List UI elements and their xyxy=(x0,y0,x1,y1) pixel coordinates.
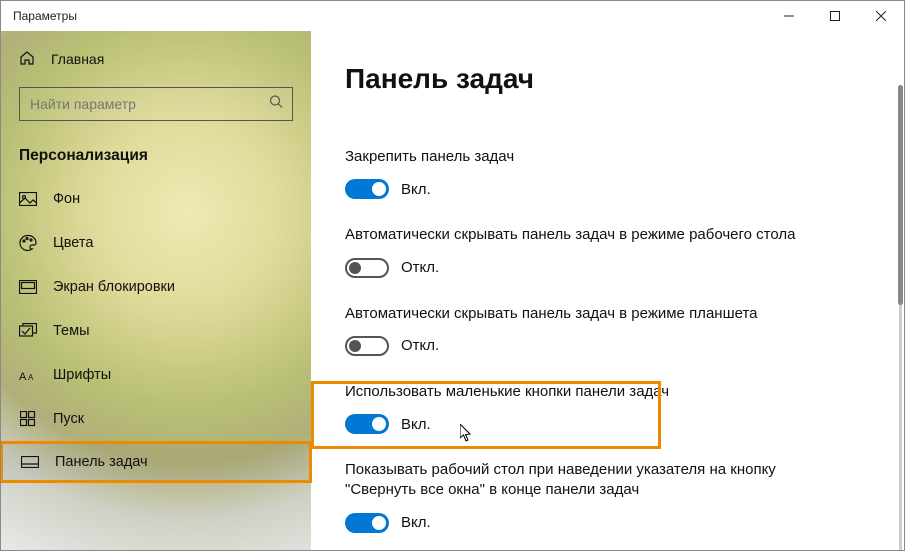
setting-autohide-tablet: Автоматически скрывать панель задач в ре… xyxy=(345,304,835,356)
toggle-state: Откл. xyxy=(401,337,439,354)
settings-window: Параметры Главная xyxy=(0,0,905,551)
toggle-state: Вкл. xyxy=(401,181,431,198)
palette-icon xyxy=(19,234,37,252)
close-icon xyxy=(876,11,886,21)
toggle-state: Вкл. xyxy=(401,514,431,531)
setting-label: Автоматически скрывать панель задач в ре… xyxy=(345,225,835,245)
window-controls xyxy=(766,1,904,31)
sidebar-item-taskbar[interactable]: Панель задач xyxy=(1,441,312,483)
toggle-state: Вкл. xyxy=(401,416,431,433)
search-input[interactable] xyxy=(19,87,293,121)
sidebar-item-themes[interactable]: Темы xyxy=(1,309,311,353)
minimize-button[interactable] xyxy=(766,1,812,31)
maximize-button[interactable] xyxy=(812,1,858,31)
titlebar: Параметры xyxy=(1,1,904,31)
svg-text:A: A xyxy=(19,371,27,382)
sidebar-item-fonts[interactable]: AA Шрифты xyxy=(1,353,311,397)
sidebar-item-label: Темы xyxy=(53,323,90,339)
sidebar-item-colors[interactable]: Цвета xyxy=(1,221,311,265)
setting-autohide-desktop: Автоматически скрывать панель задач в ре… xyxy=(345,225,835,277)
toggle-lock-taskbar[interactable] xyxy=(345,179,389,199)
search-wrap xyxy=(19,87,293,121)
search-icon xyxy=(269,95,283,114)
section-title: Персонализация xyxy=(1,137,311,177)
sidebar-item-label: Экран блокировки xyxy=(53,279,175,295)
taskbar-icon xyxy=(21,456,39,468)
setting-label: Использовать маленькие кнопки панели зад… xyxy=(345,382,835,402)
home-label: Главная xyxy=(51,51,104,67)
main-content: Панель задач Закрепить панель задач Вкл.… xyxy=(311,31,904,550)
setting-label: Показывать рабочий стол при наведении ук… xyxy=(345,460,835,501)
toggle-state: Откл. xyxy=(401,259,439,276)
start-icon xyxy=(19,411,37,427)
window-title: Параметры xyxy=(13,9,77,23)
sidebar-item-label: Панель задач xyxy=(55,454,148,470)
minimize-icon xyxy=(784,11,794,21)
setting-small-buttons: Использовать маленькие кнопки панели зад… xyxy=(345,382,835,434)
picture-icon xyxy=(19,192,37,206)
lockscreen-icon xyxy=(19,280,37,294)
sidebar-item-label: Шрифты xyxy=(53,367,111,383)
fonts-icon: AA xyxy=(19,368,37,382)
body: Главная Персонализация Фон Цвета xyxy=(1,31,904,550)
toggle-small-buttons[interactable] xyxy=(345,414,389,434)
sidebar-item-label: Пуск xyxy=(53,411,84,427)
home-link[interactable]: Главная xyxy=(1,41,311,77)
maximize-icon xyxy=(830,11,840,21)
toggle-autohide-tablet[interactable] xyxy=(345,336,389,356)
toggle-autohide-desktop[interactable] xyxy=(345,258,389,278)
close-button[interactable] xyxy=(858,1,904,31)
setting-label: Автоматически скрывать панель задач в ре… xyxy=(345,304,835,324)
themes-icon xyxy=(19,323,37,339)
sidebar-item-lockscreen[interactable]: Экран блокировки xyxy=(1,265,311,309)
toggle-peek-desktop[interactable] xyxy=(345,513,389,533)
page-title: Панель задач xyxy=(345,63,874,95)
scrollbar-thumb[interactable] xyxy=(898,85,903,305)
setting-peek-desktop: Показывать рабочий стол при наведении ук… xyxy=(345,460,835,533)
sidebar-item-background[interactable]: Фон xyxy=(1,177,311,221)
svg-text:A: A xyxy=(28,373,34,382)
sidebar-item-label: Цвета xyxy=(53,235,93,251)
sidebar: Главная Персонализация Фон Цвета xyxy=(1,31,311,550)
setting-label: Закрепить панель задач xyxy=(345,147,835,167)
setting-lock-taskbar: Закрепить панель задач Вкл. xyxy=(345,147,835,199)
sidebar-item-start[interactable]: Пуск xyxy=(1,397,311,441)
sidebar-item-label: Фон xyxy=(53,191,80,207)
home-icon xyxy=(19,50,35,69)
